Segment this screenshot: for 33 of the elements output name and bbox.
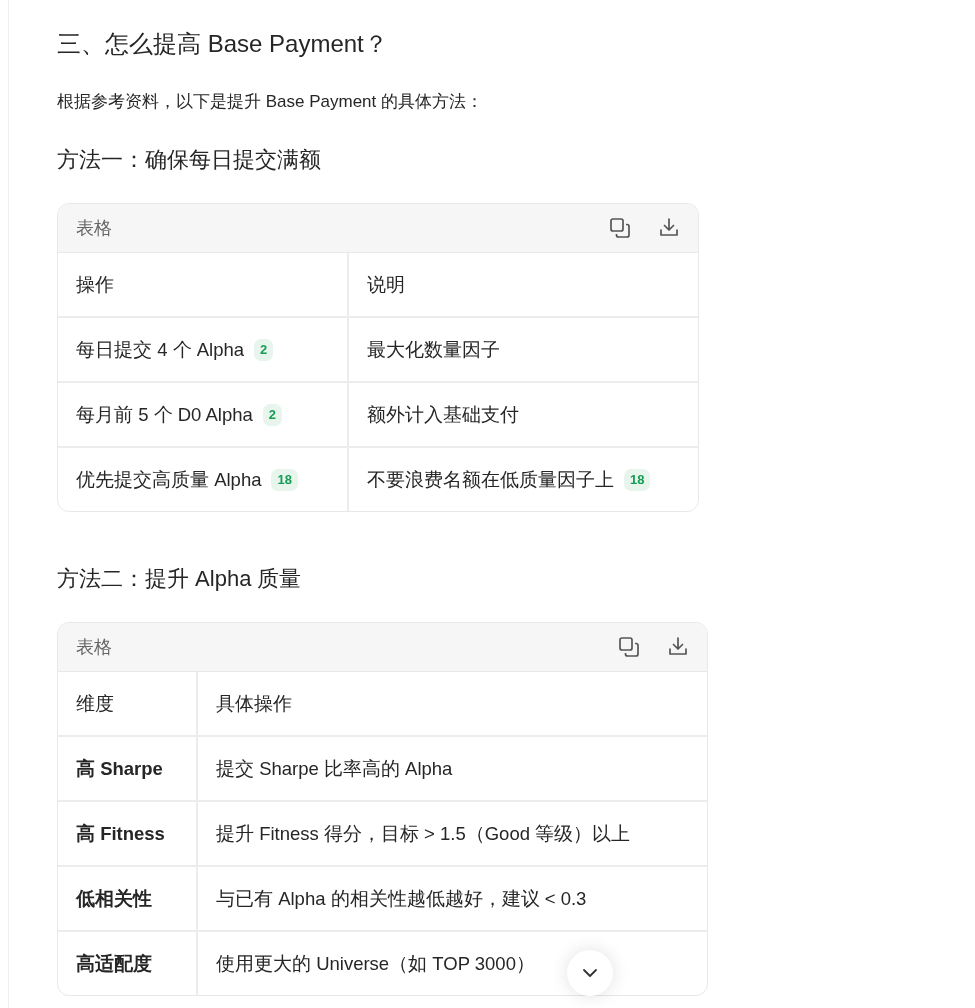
table-cell-text: 提交 Sharpe 比率高的 Alpha xyxy=(216,757,453,781)
citation-badge[interactable]: 18 xyxy=(271,468,298,491)
download-icon[interactable] xyxy=(667,636,689,658)
copy-icon[interactable] xyxy=(618,636,640,658)
table-cell-text: 额外计入基础支付 xyxy=(367,403,519,427)
intro-text: 根据参考资料，以下是提升 Base Payment 的具体方法： xyxy=(57,91,484,113)
table-label: 表格 xyxy=(76,217,113,240)
table-cell-text: 每日提交 4 个 Alpha xyxy=(76,338,245,362)
column-header: 维度 xyxy=(76,692,114,716)
section-heading: 三、怎么提高 Base Payment？ xyxy=(57,29,389,59)
column-header: 说明 xyxy=(367,273,405,297)
table-cell-text: 使用更大的 Universe（如 TOP 3000） xyxy=(216,952,535,976)
table-cell-text: 高 Fitness xyxy=(76,822,165,846)
column-header: 操作 xyxy=(76,273,114,297)
citation-badge[interactable]: 18 xyxy=(624,468,651,491)
table-cell-text: 每月前 5 个 D0 Alpha xyxy=(76,403,253,427)
table-cell-text: 优先提交高质量 Alpha xyxy=(76,468,262,492)
table-cell-text: 低相关性 xyxy=(76,887,152,911)
method-heading: 方法一：确保每日提交满额 xyxy=(57,146,322,174)
chevron-down-icon xyxy=(582,968,598,978)
copy-icon[interactable] xyxy=(609,217,631,239)
table-cell-text: 提升 Fitness 得分，目标 > 1.5（Good 等级）以上 xyxy=(216,822,631,846)
download-icon[interactable] xyxy=(658,217,680,239)
table-cell-text: 高适配度 xyxy=(76,952,152,976)
citation-badge[interactable]: 2 xyxy=(254,338,274,361)
table-cell-text: 最大化数量因子 xyxy=(367,338,500,362)
citation-badge[interactable]: 2 xyxy=(262,403,283,426)
table-cell-text: 高 Sharpe xyxy=(76,757,163,781)
table-cell-text: 与已有 Alpha 的相关性越低越好，建议 < 0.3 xyxy=(216,887,587,911)
column-header: 具体操作 xyxy=(216,692,292,716)
table-label: 表格 xyxy=(76,636,113,659)
table-cell-text: 不要浪费名额在低质量因子上 xyxy=(367,468,614,492)
method-heading: 方法二：提升 Alpha 质量 xyxy=(57,565,303,593)
